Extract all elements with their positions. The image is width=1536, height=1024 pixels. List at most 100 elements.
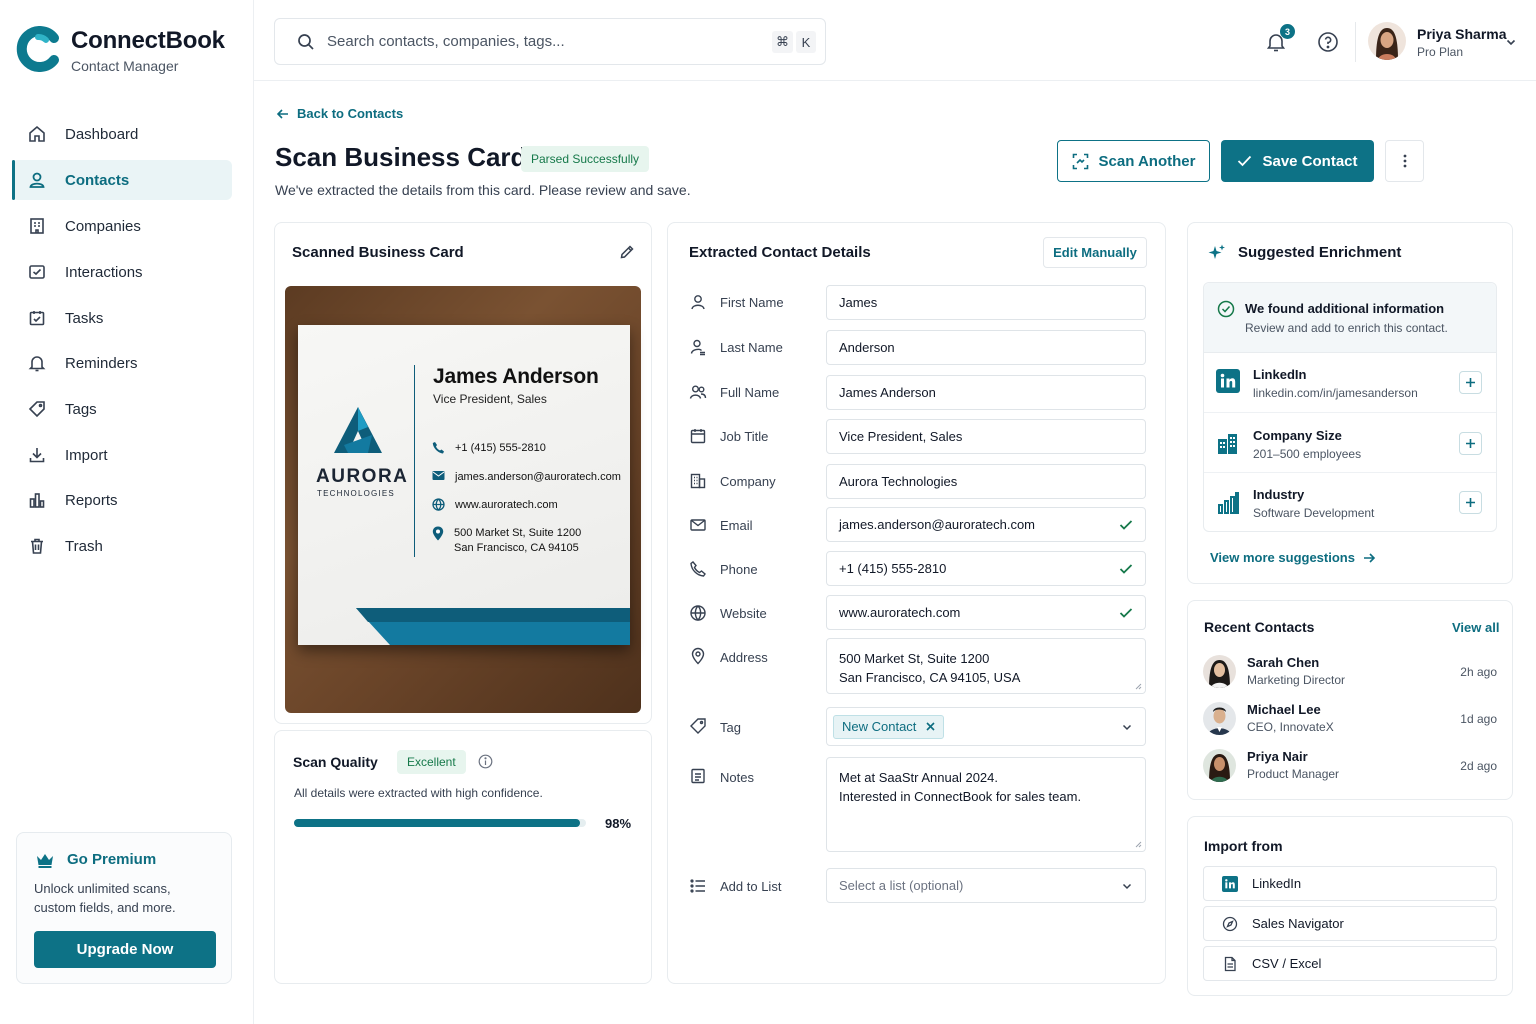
upgrade-now-button[interactable]: Upgrade Now	[34, 931, 216, 968]
email-value: james.anderson@auroratech.com	[839, 517, 1036, 532]
buildings-icon	[1216, 431, 1240, 455]
card-brand: AURORA	[316, 466, 409, 487]
help-icon[interactable]	[1317, 31, 1339, 53]
card-divider	[414, 365, 415, 557]
page-subtitle: We've extracted the details from this ca…	[275, 182, 691, 198]
import-linkedin-button[interactable]: LinkedIn	[1203, 866, 1497, 901]
address-field[interactable]: 500 Market St, Suite 1200 San Francisco,…	[826, 638, 1146, 694]
page-title: Scan Business Card	[275, 142, 527, 172]
add-to-list-label: Add to List	[720, 879, 782, 894]
user-plan: Pro Plan	[1417, 45, 1464, 59]
card-name: James Anderson	[433, 365, 599, 388]
phone-value: +1 (415) 555-2810	[839, 561, 947, 576]
edit-pencil-icon[interactable]	[619, 244, 635, 260]
business-card: AURORA TECHNOLOGIES James Anderson Vice …	[298, 325, 630, 645]
scan-another-button[interactable]: Scan Another	[1057, 140, 1210, 182]
quality-text: All details were extracted with high con…	[294, 786, 543, 800]
sidebar-item-reports[interactable]: Reports	[12, 480, 232, 520]
import-csv-excel-button[interactable]: CSV / Excel	[1203, 946, 1497, 981]
card-phone-row: +1 (415) 555-2810	[432, 441, 546, 456]
recent-contact-row[interactable]: Priya Nair Product Manager 2d ago	[1203, 744, 1497, 788]
sidebar-item-companies[interactable]: Companies	[12, 206, 232, 246]
tag-label: Tag	[720, 720, 741, 735]
contact-role: Product Manager	[1247, 767, 1340, 781]
close-icon[interactable]	[926, 722, 935, 731]
person-icon	[689, 293, 707, 311]
status-badge: Parsed Successfully	[521, 146, 650, 172]
phone-field[interactable]: +1 (415) 555-2810	[826, 551, 1146, 586]
more-options-button[interactable]	[1385, 140, 1424, 182]
quality-percent: 98%	[605, 816, 632, 831]
sidebar-item-reminders[interactable]: Reminders	[12, 343, 232, 383]
enrichment-item-industry: Industry Software Development	[1204, 473, 1496, 533]
search-input[interactable]: Search contacts, companies, tags...	[327, 33, 565, 50]
sidebar-item-dashboard[interactable]: Dashboard	[12, 114, 232, 154]
job-title-field[interactable]: Vice President, Sales	[826, 419, 1146, 454]
back-label: Back to Contacts	[297, 106, 404, 121]
calendar-icon	[689, 427, 707, 445]
quality-progress-track	[294, 819, 586, 827]
sidebar-item-label: Trash	[65, 537, 103, 555]
sidebar-item-import[interactable]: Import	[12, 435, 232, 475]
globe-icon	[689, 604, 707, 622]
import-from-title: Import from	[1204, 838, 1283, 854]
sidebar-item-contacts[interactable]: Contacts	[12, 160, 232, 200]
website-field[interactable]: www.auroratech.com	[826, 595, 1146, 630]
recent-contact-row[interactable]: Sarah Chen Marketing Director 2h ago	[1203, 650, 1497, 694]
enrichment-item-value: Software Development	[1253, 506, 1375, 520]
premium-text: Unlock unlimited scans, custom fields, a…	[34, 881, 176, 915]
user-avatar[interactable]	[1368, 22, 1406, 60]
info-icon[interactable]	[478, 754, 493, 769]
phone-icon	[432, 441, 445, 454]
import-sales-navigator-button[interactable]: Sales Navigator	[1203, 906, 1497, 941]
edit-manually-button[interactable]: Edit Manually	[1043, 237, 1147, 268]
resize-handle-icon[interactable]	[1135, 841, 1142, 848]
shortcut-cmd-key: ⌘	[772, 31, 793, 53]
resize-handle-icon[interactable]	[1135, 683, 1142, 690]
recent-contact-row[interactable]: Michael Lee CEO, InnovateX 1d ago	[1203, 697, 1497, 741]
premium-title: Go Premium	[67, 851, 157, 868]
contact-name: Michael Lee	[1247, 702, 1321, 717]
plus-icon	[1465, 497, 1476, 508]
chevron-down-icon[interactable]	[1121, 721, 1133, 733]
add-to-list-select[interactable]: Select a list (optional)	[826, 868, 1146, 903]
back-to-contacts-link[interactable]: Back to Contacts	[276, 106, 403, 121]
search-bar[interactable]: Search contacts, companies, tags... ⌘ K	[274, 18, 826, 65]
sidebar-item-trash[interactable]: Trash	[12, 526, 232, 566]
view-all-link[interactable]: View all	[1452, 620, 1499, 635]
tag-select[interactable]: New Contact	[826, 707, 1146, 746]
full-name-field[interactable]: James Anderson	[826, 375, 1146, 410]
sidebar: ConnectBook Contact Manager Dashboard Co…	[0, 0, 254, 1024]
sidebar-item-tasks[interactable]: Tasks	[12, 298, 232, 338]
user-name[interactable]: Priya Sharma	[1417, 26, 1507, 42]
avatar	[1203, 655, 1236, 688]
first-name-field[interactable]: James	[826, 285, 1146, 320]
quality-progress-fill	[294, 819, 581, 827]
message-icon	[26, 261, 48, 283]
notes-icon	[689, 767, 707, 785]
file-icon	[1222, 956, 1238, 972]
header-divider	[254, 80, 1536, 81]
website-value: www.auroratech.com	[839, 605, 961, 620]
add-linkedin-button[interactable]	[1459, 371, 1482, 394]
chevron-down-icon[interactable]	[1505, 36, 1517, 48]
full-name-label: Full Name	[720, 385, 780, 400]
save-contact-button[interactable]: Save Contact	[1221, 140, 1374, 182]
tag-chip[interactable]: New Contact	[833, 714, 945, 739]
company-field[interactable]: Aurora Technologies	[826, 464, 1146, 499]
add-company-size-button[interactable]	[1459, 432, 1482, 455]
card-website-row: www.auroratech.com	[432, 498, 558, 513]
sidebar-item-tags[interactable]: Tags	[12, 389, 232, 429]
notes-field[interactable]: Met at SaaStr Annual 2024. Interested in…	[826, 757, 1146, 852]
last-name-field[interactable]: Anderson	[826, 330, 1146, 365]
email-field[interactable]: james.anderson@auroratech.com	[826, 507, 1146, 542]
view-more-suggestions-link[interactable]: View more suggestions	[1210, 550, 1376, 565]
enrichment-item-title: Industry	[1253, 487, 1305, 502]
phone-icon	[689, 560, 707, 578]
arrow-right-icon	[1363, 552, 1376, 564]
verified-check-icon	[1119, 563, 1133, 574]
add-industry-button[interactable]	[1459, 491, 1482, 514]
chevron-down-icon[interactable]	[1121, 880, 1133, 892]
sidebar-item-interactions[interactable]: Interactions	[12, 252, 232, 292]
enrichment-found-banner: We found additional information Review a…	[1204, 283, 1496, 353]
